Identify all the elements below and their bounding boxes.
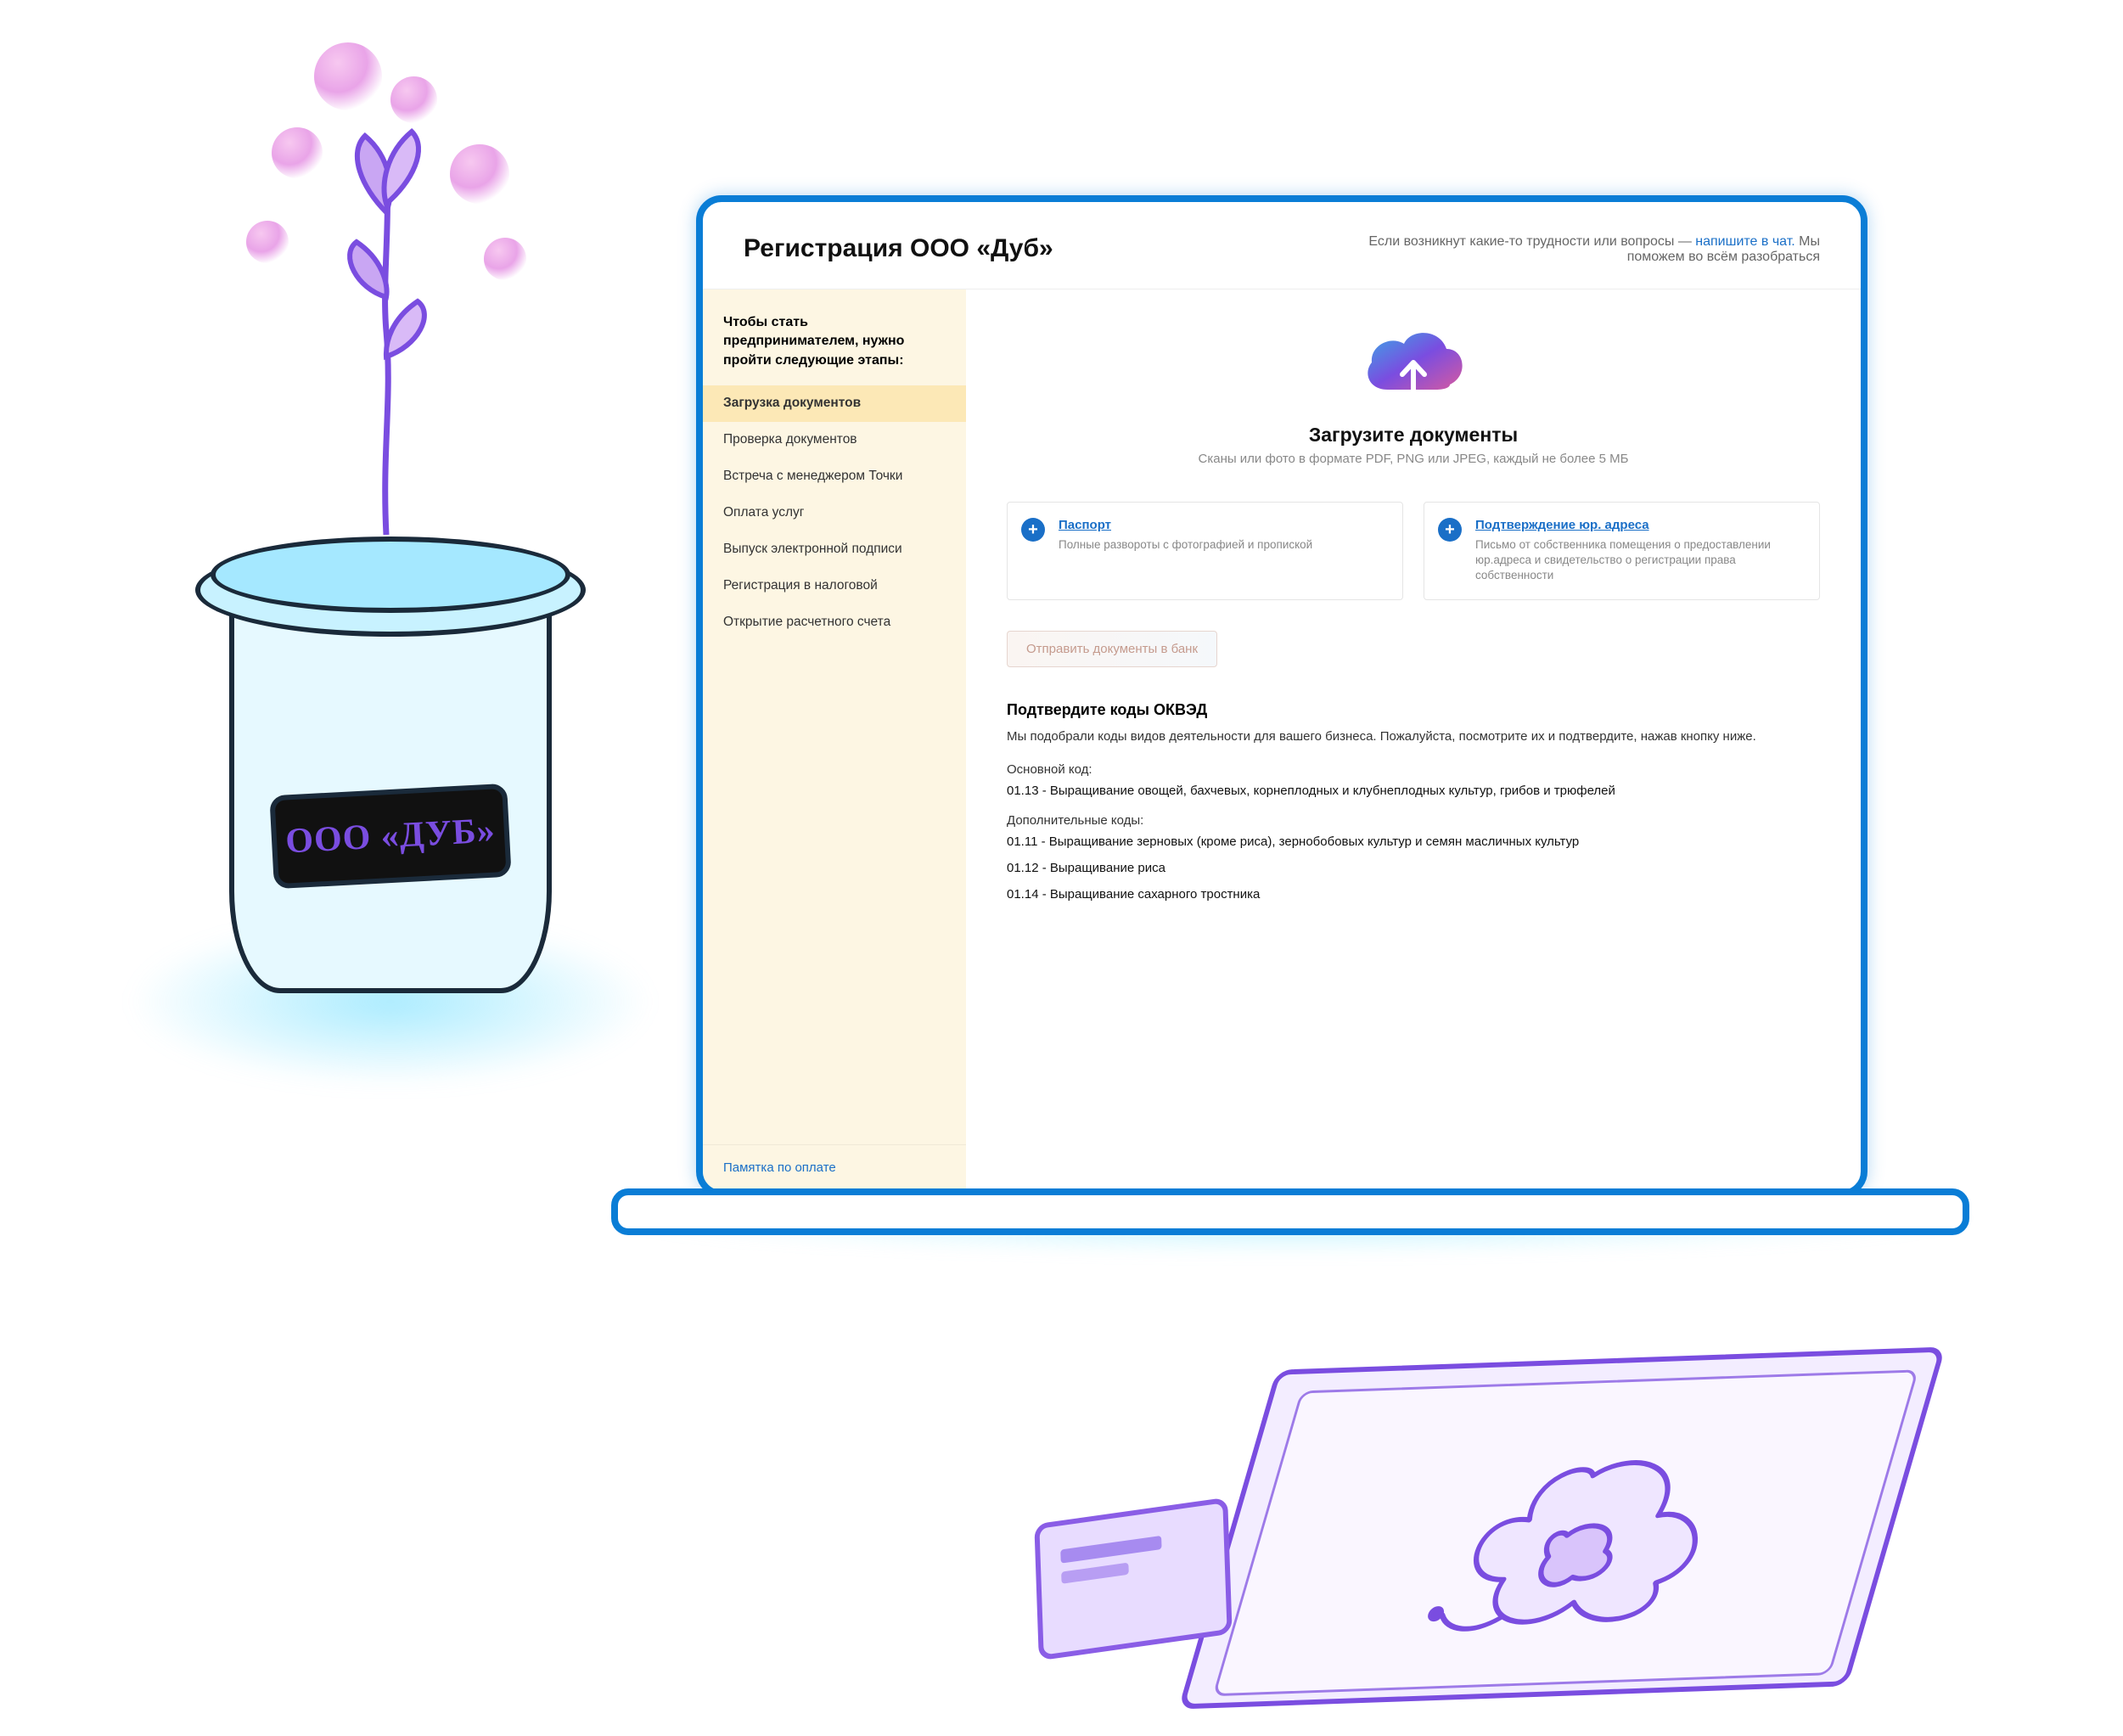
sidebar-step-check[interactable]: Проверка документов — [703, 422, 966, 458]
help-prefix: Если возникнут какие-то трудности или во… — [1368, 234, 1695, 249]
okved-heading: Подтвердите коды ОКВЭД — [1007, 701, 1820, 719]
sparkle-icon — [272, 127, 323, 178]
upload-subtitle: Сканы или фото в формате PDF, PNG или JP… — [1007, 452, 1820, 466]
plant-stem-icon — [357, 144, 416, 535]
main-content: Загрузите документы Сканы или фото в фор… — [966, 289, 1861, 1190]
chat-link[interactable]: напишите в чат. — [1695, 234, 1794, 249]
submit-documents-button[interactable]: Отправить документы в банк — [1007, 631, 1217, 667]
sparkle-icon — [484, 238, 526, 280]
doc-desc-passport: Полные развороты с фотографией и прописк… — [1059, 537, 1387, 553]
sparkle-icon — [390, 76, 437, 123]
okved-code-item: 01.11 - Выращивание зерновых (кроме риса… — [1007, 834, 1820, 849]
sparkle-icon — [314, 42, 382, 110]
okved-section: Подтвердите коды ОКВЭД Мы подобрали коды… — [1007, 701, 1820, 902]
pot-label-text: ООО «ДУБ» — [284, 811, 497, 862]
sparkle-icon — [246, 221, 289, 263]
plant-illustration: ООО «ДУБ» — [102, 25, 696, 1112]
upload-hero: Загрузите документы Сканы или фото в фор… — [1007, 323, 1820, 466]
okved-code-item: 01.12 - Выращивание риса — [1007, 861, 1820, 875]
plant-pot: ООО «ДУБ» — [195, 484, 586, 993]
okved-intro: Мы подобрали коды видов деятельности для… — [1007, 728, 1820, 746]
laptop-screen: Регистрация ООО «Дуб» Если возникнут как… — [696, 195, 1867, 1197]
notebook-illustration — [1178, 1347, 1946, 1710]
plus-icon: + — [1438, 518, 1462, 542]
card-illustration — [1034, 1497, 1232, 1661]
document-cards-row: + Паспорт Полные развороты с фотографией… — [1007, 502, 1820, 600]
help-text: Если возникнут какие-то трудности или во… — [1345, 234, 1820, 265]
okved-additional-label: Дополнительные коды: — [1007, 813, 1820, 828]
flower-doodle-icon — [1364, 1435, 1783, 1652]
sidebar-title: Чтобы стать предпринимателем, нужно прой… — [703, 313, 966, 385]
steps-sidebar: Чтобы стать предпринимателем, нужно прой… — [703, 289, 966, 1190]
plus-icon: + — [1021, 518, 1045, 542]
desk-illustration — [976, 1324, 1910, 1715]
okved-primary-label: Основной код: — [1007, 762, 1820, 777]
okved-primary-code: 01.13 - Выращивание овощей, бахчевых, ко… — [1007, 784, 1820, 798]
sidebar-step-upload[interactable]: Загрузка документов — [703, 385, 966, 422]
sidebar-step-signature[interactable]: Выпуск электронной подписи — [703, 531, 966, 568]
cloud-upload-icon — [1358, 323, 1469, 408]
pot-label: ООО «ДУБ» — [269, 784, 511, 890]
sidebar-step-payment[interactable]: Оплата услуг — [703, 495, 966, 531]
page-header: Регистрация ООО «Дуб» Если возникнут как… — [703, 202, 1861, 289]
page-title: Регистрация ООО «Дуб» — [744, 234, 1053, 263]
okved-code-item: 01.14 - Выращивание сахарного тростника — [1007, 887, 1820, 902]
sidebar-step-tax[interactable]: Регистрация в налоговой — [703, 568, 966, 604]
sidebar-step-account[interactable]: Открытие расчетного счета — [703, 604, 966, 641]
upload-title: Загрузите документы — [1007, 424, 1820, 447]
sparkle-icon — [450, 144, 509, 204]
sidebar-step-meeting[interactable]: Встреча с менеджером Точки — [703, 458, 966, 495]
upload-passport-card[interactable]: + Паспорт Полные развороты с фотографией… — [1007, 502, 1403, 600]
doc-title-passport[interactable]: Паспорт — [1059, 518, 1111, 532]
doc-desc-address: Письмо от собственника помещения о предо… — [1475, 537, 1804, 584]
doc-title-address[interactable]: Подтверждение юр. адреса — [1475, 518, 1649, 532]
sidebar-payment-memo-link[interactable]: Памятка по оплате — [703, 1144, 966, 1190]
app-screen: Регистрация ООО «Дуб» Если возникнут как… — [703, 202, 1861, 1190]
upload-address-card[interactable]: + Подтверждение юр. адреса Письмо от соб… — [1424, 502, 1820, 600]
laptop-base — [611, 1188, 1969, 1235]
